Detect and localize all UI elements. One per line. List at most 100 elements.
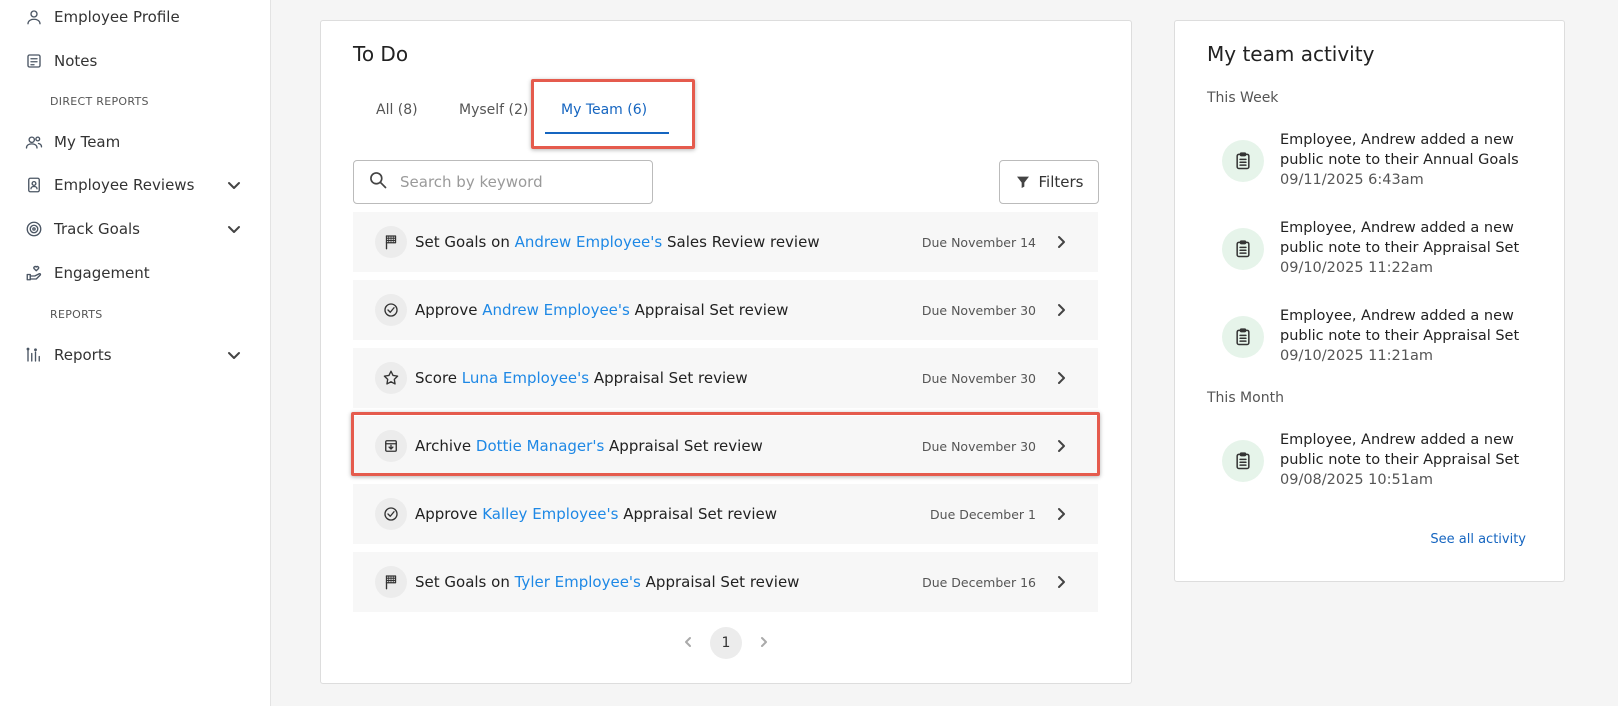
task-text: Archive Dottie Manager's Appraisal Set r… <box>415 437 763 455</box>
team-icon <box>24 132 44 152</box>
clipboard-icon <box>1222 140 1264 182</box>
sidebar-item-label: Reports <box>54 346 112 364</box>
review-icon <box>24 175 44 195</box>
activity-timestamp: 09/08/2025 10:51am <box>1280 472 1433 488</box>
tab-all[interactable]: All (8) <box>376 95 418 125</box>
clipboard-icon <box>1222 440 1264 482</box>
activity-item: Employee, Andrew added a new public note… <box>1222 430 1552 490</box>
sidebar-item-reports[interactable]: Reports <box>24 340 242 370</box>
activity-text-line1: Employee, Andrew added a new <box>1280 432 1514 448</box>
activity-item: Employee, Andrew added a new public note… <box>1222 306 1552 366</box>
chevron-right-icon[interactable] <box>1052 301 1070 319</box>
star-icon <box>375 362 407 394</box>
clipboard-icon <box>1222 228 1264 270</box>
task-review-name: Appraisal Set review <box>609 437 763 455</box>
tab-my-team[interactable]: My Team (6) <box>561 95 647 125</box>
activity-text-line2: public note to their Appraisal Set <box>1280 452 1520 468</box>
sidebar-item-notes[interactable]: Notes <box>24 46 242 76</box>
chevron-right-icon[interactable] <box>1052 573 1070 591</box>
activity-text-line2: public note to their Annual Goals <box>1280 152 1519 168</box>
sidebar-item-label: Engagement <box>54 264 150 282</box>
sidebar-item-employee-reviews[interactable]: Employee Reviews <box>24 170 242 200</box>
search-box[interactable] <box>353 160 653 204</box>
task-text: Score Luna Employee's Appraisal Set revi… <box>415 369 748 387</box>
search-input[interactable] <box>400 173 630 191</box>
task-text: Approve Kalley Employee's Appraisal Set … <box>415 505 777 523</box>
reports-icon <box>24 345 44 365</box>
chevron-right-icon[interactable] <box>1052 505 1070 523</box>
task-row[interactable]: Score Luna Employee's Appraisal Set revi… <box>353 348 1098 408</box>
activity-timestamp: 09/10/2025 11:21am <box>1280 348 1433 364</box>
filters-button[interactable]: Filters <box>999 160 1099 204</box>
pagination-page-1[interactable]: 1 <box>710 627 742 659</box>
engagement-icon <box>24 263 44 283</box>
sidebar-item-engagement[interactable]: Engagement <box>24 258 242 288</box>
task-due-date: Due November 30 <box>921 370 1036 386</box>
sidebar-item-label: Employee Profile <box>54 8 180 26</box>
task-action: Score <box>415 369 458 387</box>
sidebar-item-track-goals[interactable]: Track Goals <box>24 214 242 244</box>
sidebar-item-label: My Team <box>54 133 121 151</box>
task-due-date: Due December 16 <box>922 574 1036 590</box>
pagination-prev-button[interactable] <box>678 632 698 652</box>
task-review-name: Appraisal Set review <box>623 505 777 523</box>
task-row[interactable]: Approve Andrew Employee's Appraisal Set … <box>353 280 1098 340</box>
task-review-name: Appraisal Set review <box>593 369 748 387</box>
activity-title: My team activity <box>1207 42 1375 66</box>
task-row[interactable]: Set Goals on Tyler Employee's Appraisal … <box>353 552 1098 612</box>
task-row[interactable]: Archive Dottie Manager's Appraisal Set r… <box>353 416 1098 476</box>
sidebar-item-label: Employee Reviews <box>54 176 195 194</box>
task-action: Approve <box>415 505 478 523</box>
archive-icon <box>375 430 407 462</box>
task-due-date: Due December 1 <box>930 506 1036 522</box>
task-review-name: Appraisal Set review <box>645 573 800 591</box>
activity-timestamp: 09/11/2025 6:43am <box>1280 172 1424 188</box>
task-action: Set Goals on <box>415 573 510 591</box>
chevron-down-icon[interactable] <box>226 221 242 237</box>
sidebar-item-label: Notes <box>54 52 98 70</box>
section-direct-reports: DIRECT REPORTS <box>50 95 149 108</box>
activity-text-line1: Employee, Andrew added a new <box>1280 132 1514 148</box>
search-icon <box>368 170 388 194</box>
see-all-activity-link[interactable]: See all activity <box>1400 532 1526 547</box>
task-text: Approve Andrew Employee's Appraisal Set … <box>415 301 788 319</box>
pagination-next-button[interactable] <box>754 632 774 652</box>
activity-group-this-week: This Week <box>1207 90 1279 106</box>
task-due-date: Due November 30 <box>921 302 1036 318</box>
activity-text-line2: public note to their Appraisal Set <box>1280 328 1520 344</box>
task-person-link[interactable]: Dottie Manager's <box>476 437 604 455</box>
activity-group-this-month: This Month <box>1207 390 1284 406</box>
task-person-link[interactable]: Kalley Employee's <box>482 505 618 523</box>
check-circle-icon <box>375 294 407 326</box>
task-text: Set Goals on Andrew Employee's Sales Rev… <box>415 233 820 251</box>
task-review-name: Sales Review review <box>667 233 820 251</box>
task-person-link[interactable]: Tyler Employee's <box>515 573 641 591</box>
activity-text-line1: Employee, Andrew added a new <box>1280 220 1514 236</box>
task-due-date: Due November 14 <box>921 234 1036 250</box>
sidebar: Employee Profile Notes DIRECT REPORTS My… <box>0 0 271 706</box>
task-row[interactable]: Set Goals on Andrew Employee's Sales Rev… <box>353 212 1098 272</box>
task-review-name: Appraisal Set review <box>634 301 789 319</box>
task-action: Set Goals on <box>415 233 510 251</box>
sidebar-item-my-team[interactable]: My Team <box>24 127 242 157</box>
task-row[interactable]: Approve Kalley Employee's Appraisal Set … <box>353 484 1098 544</box>
chevron-left-icon <box>685 637 691 647</box>
task-person-link[interactable]: Andrew Employee's <box>482 301 630 319</box>
activity-text-line2: public note to their Appraisal Set <box>1280 240 1520 256</box>
sidebar-item-employee-profile[interactable]: Employee Profile <box>24 2 242 32</box>
task-text: Set Goals on Tyler Employee's Appraisal … <box>415 573 799 591</box>
chevron-right-icon[interactable] <box>1052 233 1070 251</box>
notes-icon <box>24 51 44 71</box>
task-person-link[interactable]: Andrew Employee's <box>515 233 663 251</box>
activity-item: Employee, Andrew added a new public note… <box>1222 130 1552 190</box>
tab-myself[interactable]: Myself (2) <box>459 95 528 125</box>
chevron-down-icon[interactable] <box>226 177 242 193</box>
activity-text-line1: Employee, Andrew added a new <box>1280 308 1514 324</box>
activity-item: Employee, Andrew added a new public note… <box>1222 218 1552 278</box>
todo-title: To Do <box>353 42 409 66</box>
chevron-down-icon[interactable] <box>226 347 242 363</box>
chevron-right-icon[interactable] <box>1052 369 1070 387</box>
chevron-right-icon[interactable] <box>1052 437 1070 455</box>
activity-timestamp: 09/10/2025 11:22am <box>1280 260 1433 276</box>
task-person-link[interactable]: Luna Employee's <box>462 369 589 387</box>
